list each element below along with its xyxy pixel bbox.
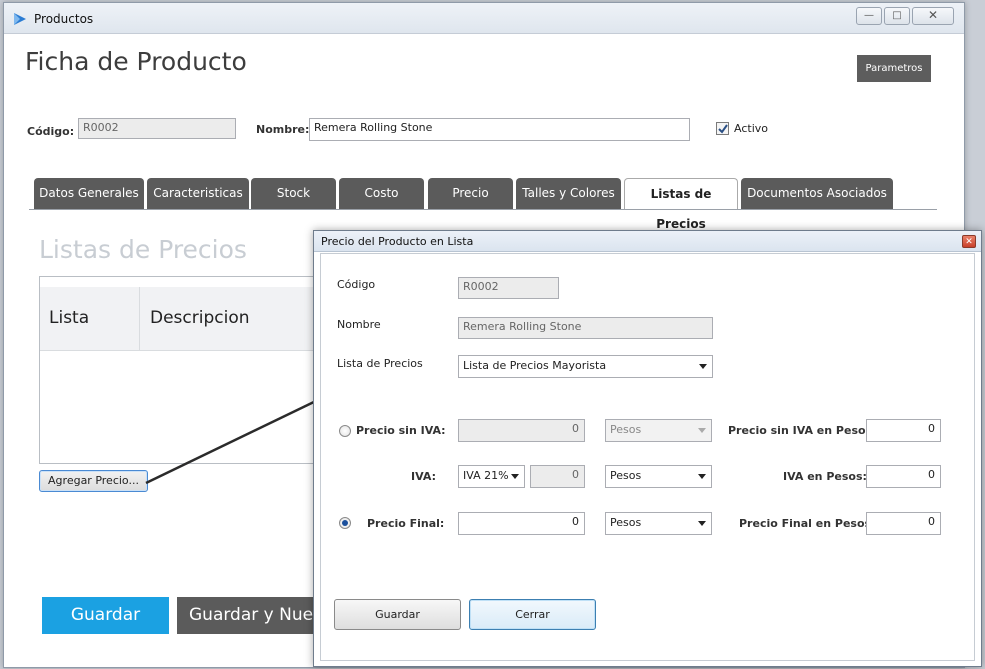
codigo-field[interactable]: R0002 (458, 277, 559, 299)
activo-checkbox[interactable] (716, 122, 729, 135)
guardar-button[interactable]: Guardar (42, 597, 169, 634)
codigo-label: Código: (27, 125, 75, 138)
precio-final-field[interactable]: 0 (458, 512, 585, 535)
close-icon: ✕ (965, 237, 973, 247)
chevron-down-icon (511, 474, 519, 479)
codigo-field[interactable]: R0002 (78, 118, 236, 139)
nombre-field[interactable]: Remera Rolling Stone (309, 118, 690, 141)
minimize-button[interactable]: — (856, 7, 882, 25)
iva-field[interactable]: 0 (530, 465, 585, 488)
close-button[interactable]: ✕ (912, 7, 954, 25)
close-icon: ✕ (927, 8, 939, 22)
codigo-label: Código (337, 278, 376, 291)
column-header-lista[interactable]: Lista (40, 287, 140, 351)
precio-final-currency-select[interactable]: Pesos (605, 512, 712, 535)
dialog-close-button[interactable]: ✕ (962, 235, 976, 248)
iva-label: IVA: (411, 470, 436, 483)
chevron-down-icon (698, 474, 706, 479)
tab-documentos-asociados[interactable]: Documentos Asociados (741, 178, 893, 209)
dialog-title: Precio del Producto en Lista (321, 235, 474, 248)
iva-currency-select[interactable]: Pesos (605, 465, 712, 488)
iva-pesos-label: IVA en Pesos: (783, 470, 867, 483)
iva-rate-value: IVA 21% (463, 469, 509, 482)
currency-value: Pesos (610, 516, 642, 529)
precio-sin-iva-label: Precio sin IVA: (356, 424, 446, 437)
tab-precio[interactable]: Precio (428, 178, 513, 209)
dialog-cerrar-button[interactable]: Cerrar (469, 599, 596, 630)
precio-final-pesos-label: Precio Final en Pesos: (739, 517, 876, 530)
maximize-icon: □ (892, 10, 902, 21)
parametros-button[interactable]: Parametros (857, 55, 931, 82)
connector-line (145, 398, 319, 485)
currency-value: Pesos (610, 423, 642, 436)
nombre-label: Nombre (337, 318, 381, 331)
precio-final-radio[interactable] (339, 517, 351, 529)
precio-sin-iva-pesos-field[interactable]: 0 (866, 419, 941, 442)
tab-divider (29, 209, 937, 210)
page-title: Ficha de Producto (25, 47, 247, 76)
tab-talles-colores[interactable]: Talles y Colores (516, 178, 621, 209)
tab-datos-generales[interactable]: Datos Generales (34, 178, 144, 209)
tab-costo[interactable]: Costo (339, 178, 424, 209)
section-title: Listas de Precios (39, 235, 247, 264)
precio-sin-iva-pesos-label: Precio sin IVA en Pesos: (728, 424, 877, 437)
lista-precios-label: Lista de Precios (337, 357, 423, 370)
activo-label: Activo (734, 122, 768, 135)
precio-lista-dialog: Precio del Producto en Lista ✕ Código R0… (313, 230, 982, 667)
currency-value: Pesos (610, 469, 642, 482)
nombre-label: Nombre: (256, 123, 310, 136)
chevron-down-icon (699, 364, 707, 369)
chevron-down-icon (698, 521, 706, 526)
window-title: Productos (34, 12, 94, 26)
precio-sin-iva-currency-select[interactable]: Pesos (605, 419, 712, 442)
precio-final-pesos-field[interactable]: 0 (866, 512, 941, 535)
tab-listas-precios[interactable]: Listas de Precios (624, 178, 738, 231)
tab-stock[interactable]: Stock (251, 178, 336, 209)
maximize-button[interactable]: □ (884, 7, 910, 25)
iva-rate-select[interactable]: IVA 21% (458, 465, 525, 488)
precio-final-label: Precio Final: (367, 517, 445, 530)
checkmark-icon (718, 124, 728, 134)
agregar-precio-button[interactable]: Agregar Precio... (39, 470, 148, 492)
guardar-nuevo-button[interactable]: Guardar y Nue (177, 597, 327, 634)
app-logo-icon (14, 13, 26, 25)
lista-precios-value: Lista de Precios Mayorista (463, 359, 607, 372)
column-header-descripcion[interactable]: Descripcion (140, 287, 316, 351)
title-bar: Productos — □ ✕ (4, 3, 964, 34)
dialog-title-bar: Precio del Producto en Lista ✕ (314, 231, 981, 252)
tab-caracteristicas[interactable]: Caracteristicas (147, 178, 249, 209)
precio-sin-iva-radio[interactable] (339, 425, 351, 437)
lista-precios-select[interactable]: Lista de Precios Mayorista (458, 355, 713, 378)
minimize-icon: — (864, 10, 874, 21)
chevron-down-icon (698, 428, 706, 433)
dialog-guardar-button[interactable]: Guardar (334, 599, 461, 630)
iva-pesos-field[interactable]: 0 (866, 465, 941, 488)
nombre-field[interactable]: Remera Rolling Stone (458, 317, 713, 339)
precio-sin-iva-field[interactable]: 0 (458, 419, 585, 442)
